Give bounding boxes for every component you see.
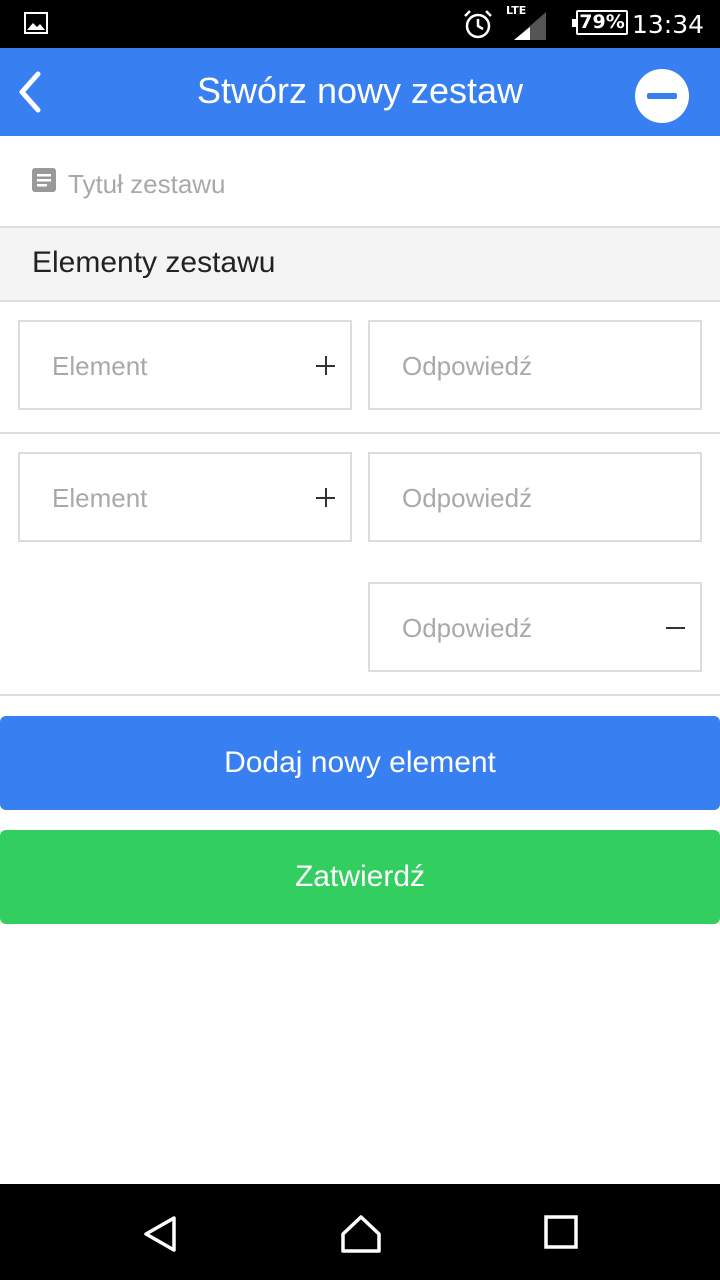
set-title-field bbox=[0, 136, 720, 228]
confirm-button[interactable]: Zatwierdź bbox=[0, 830, 720, 924]
element-field bbox=[18, 320, 352, 410]
home-icon[interactable] bbox=[340, 1214, 382, 1259]
remove-set-button[interactable] bbox=[635, 69, 689, 123]
answer-field bbox=[368, 452, 702, 542]
back-triangle-icon[interactable] bbox=[140, 1214, 180, 1259]
set-title-input[interactable] bbox=[68, 164, 688, 204]
section-title: Elementy zestawu bbox=[32, 246, 276, 279]
status-bar: LTE 79% 13:34 bbox=[0, 0, 720, 48]
section-header: Elementy zestawu bbox=[0, 228, 720, 302]
document-icon bbox=[32, 168, 56, 197]
row-divider bbox=[0, 432, 720, 434]
image-icon bbox=[24, 12, 48, 39]
answer-input[interactable] bbox=[402, 608, 642, 648]
element-field bbox=[18, 452, 352, 542]
answer-input[interactable] bbox=[402, 346, 642, 386]
alarm-icon bbox=[462, 8, 494, 45]
answer-input[interactable] bbox=[402, 478, 642, 518]
recents-icon[interactable] bbox=[543, 1214, 579, 1255]
element-input[interactable] bbox=[52, 478, 292, 518]
element-input[interactable] bbox=[52, 346, 292, 386]
nav-bar bbox=[0, 1184, 720, 1280]
row-divider bbox=[0, 694, 720, 696]
battery-indicator: 79% bbox=[572, 10, 628, 35]
signal-icon bbox=[512, 12, 546, 45]
add-element-button[interactable]: Dodaj nowy element bbox=[0, 716, 720, 810]
add-answer-button[interactable] bbox=[316, 488, 336, 508]
page-title: Stwórz nowy zestaw bbox=[196, 70, 524, 111]
answer-field bbox=[368, 320, 702, 410]
add-answer-button[interactable] bbox=[316, 356, 336, 376]
remove-answer-button[interactable] bbox=[666, 618, 686, 638]
answer-field bbox=[368, 582, 702, 672]
app-bar: Stwórz nowy zestaw bbox=[0, 48, 720, 136]
status-time: 13:34 bbox=[631, 10, 704, 39]
